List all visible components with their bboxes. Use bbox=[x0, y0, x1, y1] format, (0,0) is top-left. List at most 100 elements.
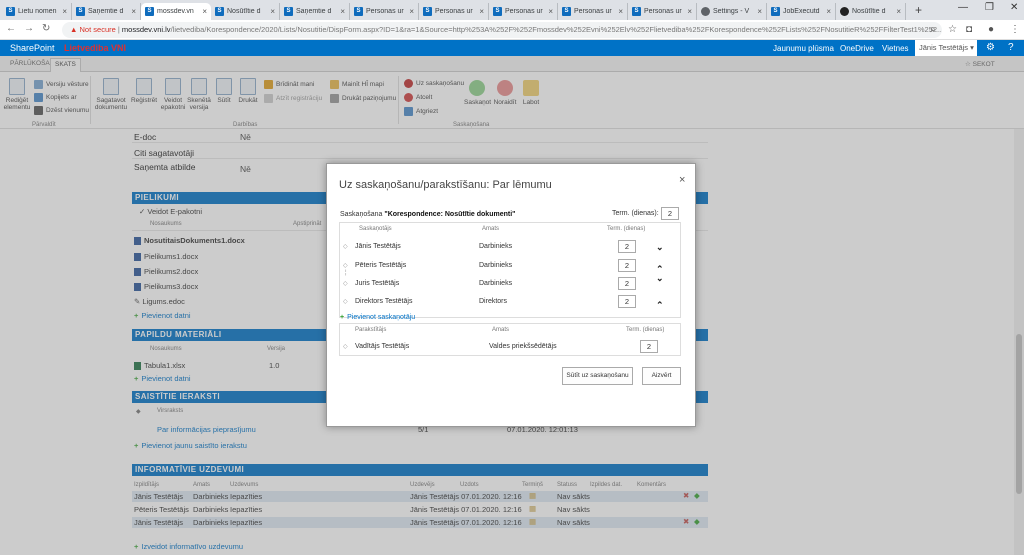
column-header: Parakstītājs bbox=[355, 327, 387, 333]
dialog-title: Uz saskaņošanu/parakstīšanu: Par lēmumu bbox=[339, 179, 552, 191]
parallel-link-icon: ¦ bbox=[345, 270, 347, 276]
close-tab-icon[interactable]: × bbox=[687, 7, 692, 16]
help-icon[interactable]: ? bbox=[1008, 42, 1014, 53]
signer-role: Valdes priekšsēdētājs bbox=[489, 343, 557, 350]
address-bar-row: ← → ↻ ▲ Not secure | mossdev.vni.lv/liet… bbox=[0, 20, 1024, 40]
settings-icon[interactable]: ⚙ bbox=[986, 42, 995, 53]
close-tab-icon[interactable]: × bbox=[479, 7, 484, 16]
approver-term-input[interactable]: 2 bbox=[618, 259, 636, 272]
browser-tab[interactable]: S Nosūtītie d × bbox=[211, 3, 280, 20]
approver-term-input[interactable]: 2 bbox=[618, 240, 636, 253]
onedrive-link[interactable]: OneDrive bbox=[840, 44, 874, 53]
approver-term-input[interactable]: 2 bbox=[618, 295, 636, 308]
drag-handle-icon[interactable]: ◇ bbox=[343, 262, 348, 269]
sharepoint-icon: S bbox=[354, 7, 363, 16]
browser-tab-active[interactable]: Smossdev.vn × bbox=[141, 3, 211, 20]
close-tab-icon[interactable]: × bbox=[548, 7, 553, 16]
profile-icon[interactable]: ● bbox=[988, 24, 994, 35]
reload-icon[interactable]: ↻ bbox=[42, 23, 50, 34]
extension-icon[interactable]: ◘ bbox=[966, 24, 972, 35]
close-tab-icon[interactable]: × bbox=[757, 7, 762, 16]
term-input[interactable]: 2 bbox=[661, 207, 679, 220]
drag-handle-icon[interactable]: ◇ bbox=[343, 243, 348, 250]
browser-tab[interactable]: Settings - V × bbox=[697, 3, 767, 20]
approver-role: Darbinieks bbox=[479, 280, 513, 287]
approver-role: Darbinieks bbox=[479, 243, 513, 250]
approver-term-input[interactable]: 2 bbox=[618, 277, 636, 290]
column-header: Term. (dienas) bbox=[626, 327, 665, 333]
close-tab-icon[interactable]: × bbox=[270, 7, 275, 16]
sharepoint-icon: S bbox=[562, 7, 571, 16]
column-header: Amats bbox=[482, 226, 500, 232]
close-icon[interactable]: × bbox=[679, 174, 685, 186]
drag-handle-icon[interactable]: ◇ bbox=[343, 298, 348, 305]
column-header: Saskaņotājs bbox=[359, 226, 392, 232]
sharepoint-icon: S bbox=[6, 7, 15, 16]
sharepoint-icon: S bbox=[493, 7, 502, 16]
close-tab-icon[interactable]: × bbox=[202, 7, 207, 16]
browser-tab[interactable]: S Personas ur × bbox=[558, 3, 628, 20]
browser-tab[interactable]: S Personas ur × bbox=[419, 3, 489, 20]
newsfeed-link[interactable]: Jaunumu plūsma bbox=[773, 44, 834, 53]
suite-bar: SharePoint Lietvediba VNI Jaunumu plūsma… bbox=[0, 40, 1024, 56]
plus-icon: + bbox=[340, 314, 345, 321]
chevron-up-icon[interactable]: ⌃ bbox=[656, 265, 664, 274]
sharepoint-icon: S bbox=[284, 7, 293, 16]
minimize-icon[interactable]: — bbox=[958, 2, 968, 13]
browser-tab[interactable]: S Saņemtie d × bbox=[72, 3, 141, 20]
close-tab-icon[interactable]: × bbox=[409, 7, 414, 16]
close-tab-icon[interactable]: × bbox=[826, 7, 831, 16]
browser-tab[interactable]: Nosūtītie d × bbox=[836, 3, 906, 20]
close-tab-icon[interactable]: × bbox=[131, 7, 136, 16]
browser-tab[interactable]: S Personas ur × bbox=[628, 3, 697, 20]
user-menu[interactable]: Jānis Testētājs ▾ bbox=[915, 40, 977, 56]
not-secure-label: Not secure bbox=[79, 25, 116, 34]
browser-tab[interactable]: S Personas ur × bbox=[350, 3, 419, 20]
new-tab-button[interactable]: + bbox=[915, 3, 922, 17]
sharepoint-icon: S bbox=[76, 7, 85, 16]
approver-name: Pēteris Testētājs bbox=[355, 262, 407, 269]
maximize-icon[interactable]: ❐ bbox=[985, 2, 994, 13]
browser-tab[interactable]: S Personas ur × bbox=[489, 3, 558, 20]
approval-doc-label: Saskaņošana "Korespondence: Nosūtītie do… bbox=[340, 211, 516, 218]
chevron-up-icon[interactable]: ⌃ bbox=[656, 301, 664, 310]
close-tab-icon[interactable]: × bbox=[340, 7, 345, 16]
approver-name: Direktors Testētājs bbox=[355, 298, 413, 305]
menu-icon[interactable]: ⋮ bbox=[1010, 24, 1020, 35]
drag-handle-icon[interactable]: ◇ bbox=[343, 343, 348, 350]
back-icon[interactable]: ← bbox=[6, 23, 16, 34]
signer-term-input[interactable]: 2 bbox=[640, 340, 658, 353]
close-tab-icon[interactable]: × bbox=[896, 7, 901, 16]
url-domain: mossdev.vni.lv bbox=[121, 25, 171, 34]
chevron-down-icon[interactable]: ⌄ bbox=[656, 274, 664, 283]
close-tab-icon[interactable]: × bbox=[62, 7, 67, 16]
url-path: /lietvediba/Korespondence/2020/Lists/Nos… bbox=[170, 25, 942, 34]
approver-name: Juris Testētājs bbox=[355, 280, 400, 287]
send-for-approval-button[interactable]: Sūtīt uz saskaņošanu bbox=[562, 367, 633, 385]
drag-handle-icon[interactable]: ◇ bbox=[343, 280, 348, 287]
approver-role: Darbinieks bbox=[479, 262, 513, 269]
forward-icon[interactable]: → bbox=[24, 23, 34, 34]
approval-dialog: Uz saskaņošanu/parakstīšanu: Par lēmumu … bbox=[326, 163, 696, 427]
sharepoint-brand[interactable]: SharePoint bbox=[10, 43, 55, 53]
sharepoint-icon: S bbox=[771, 7, 780, 16]
gear-icon bbox=[701, 7, 710, 16]
browser-tab[interactable]: S Lietu nomen × bbox=[2, 3, 72, 20]
add-approver-link[interactable]: + Pievienot saskaņotāju bbox=[340, 314, 415, 321]
browser-tab-bar: S Lietu nomen × S Saņemtie d × Smossdev.vn × … bbox=[0, 0, 1024, 20]
chevron-down-icon[interactable]: ⌄ bbox=[656, 243, 664, 252]
close-window-icon[interactable]: ✕ bbox=[1010, 2, 1018, 13]
close-button[interactable]: Aizvērt bbox=[642, 367, 681, 385]
zoom-icon[interactable]: ⌕ bbox=[930, 24, 936, 35]
close-tab-icon[interactable]: × bbox=[618, 7, 623, 16]
star-icon[interactable]: ☆ bbox=[948, 24, 957, 35]
browser-tab[interactable]: S JobExecutd × bbox=[767, 3, 836, 20]
url-input[interactable]: ▲ Not secure | mossdev.vni.lv/lietvediba… bbox=[62, 22, 942, 38]
github-icon bbox=[840, 7, 849, 16]
sharepoint-icon: S bbox=[632, 7, 641, 16]
browser-tab[interactable]: S Saņemtie d × bbox=[280, 3, 350, 20]
sharepoint-icon: S bbox=[145, 7, 154, 16]
approver-name: Jānis Testētājs bbox=[355, 243, 401, 250]
sites-link[interactable]: Vietnes bbox=[882, 44, 909, 53]
site-label: Lietvediba VNI bbox=[64, 43, 127, 53]
